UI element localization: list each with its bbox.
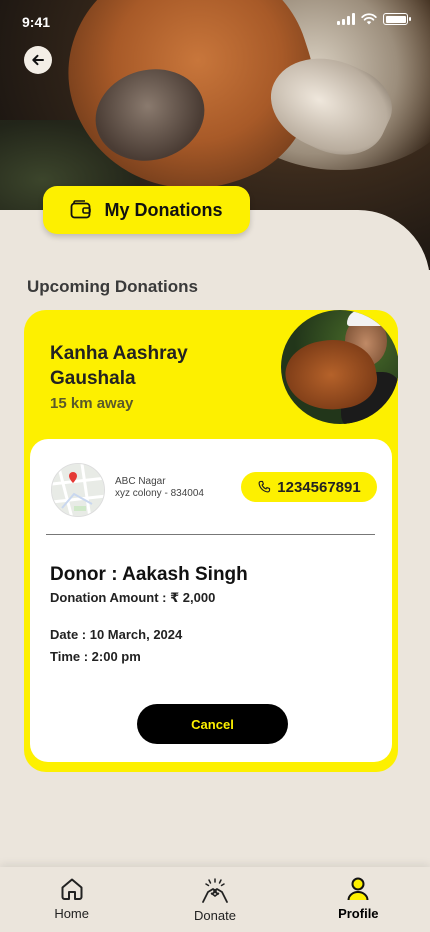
donor-name: Donor : Aakash Singh — [50, 564, 248, 585]
back-button[interactable] — [24, 46, 52, 74]
nav-label-home: Home — [54, 906, 89, 921]
status-bar: 9:41 — [0, 0, 430, 44]
donation-details: ABC Nagar xyz colony - 834004 1234567891… — [30, 439, 392, 762]
phone-icon — [258, 480, 271, 493]
section-title: Upcoming Donations — [27, 277, 198, 296]
nav-label-donate: Donate — [194, 908, 236, 923]
call-button[interactable]: 1234567891 — [241, 472, 377, 502]
wifi-icon — [361, 13, 377, 25]
home-icon — [61, 878, 83, 900]
gaushala-distance: 15 km away — [50, 395, 134, 412]
address-line-2: xyz colony - 834004 — [115, 488, 204, 499]
nav-item-profile[interactable]: Profile — [287, 867, 430, 932]
bottom-nav: Home Donate Profile — [0, 867, 430, 932]
status-time: 9:41 — [22, 14, 51, 30]
wallet-icon — [71, 200, 92, 219]
donation-amount: Donation Amount : ₹ 2,000 — [50, 590, 216, 605]
nav-item-home[interactable]: Home — [0, 867, 143, 932]
signal-icon — [337, 13, 355, 25]
page-title: My Donations — [104, 199, 223, 220]
gaushala-name: Kanha Aashray Gaushala — [50, 343, 188, 389]
donation-card: Kanha Aashray Gaushala 15 km away ABC Na… — [24, 310, 398, 772]
phone-number: 1234567891 — [277, 478, 361, 496]
profile-icon — [347, 877, 369, 901]
donate-icon — [202, 878, 228, 903]
nav-label-profile: Profile — [338, 906, 379, 921]
location-map[interactable] — [51, 463, 105, 517]
gaushala-photo — [281, 310, 398, 424]
my-donations-header: My Donations — [43, 186, 250, 234]
cancel-button[interactable]: Cancel — [137, 704, 288, 744]
address-line-1: ABC Nagar — [115, 476, 166, 487]
donation-time: Time : 2:00 pm — [50, 649, 141, 664]
arrow-left-icon — [32, 54, 44, 66]
battery-icon — [383, 13, 411, 25]
divider — [46, 534, 375, 535]
nav-item-donate[interactable]: Donate — [143, 867, 286, 932]
donation-date: Date : 10 March, 2024 — [50, 627, 183, 642]
